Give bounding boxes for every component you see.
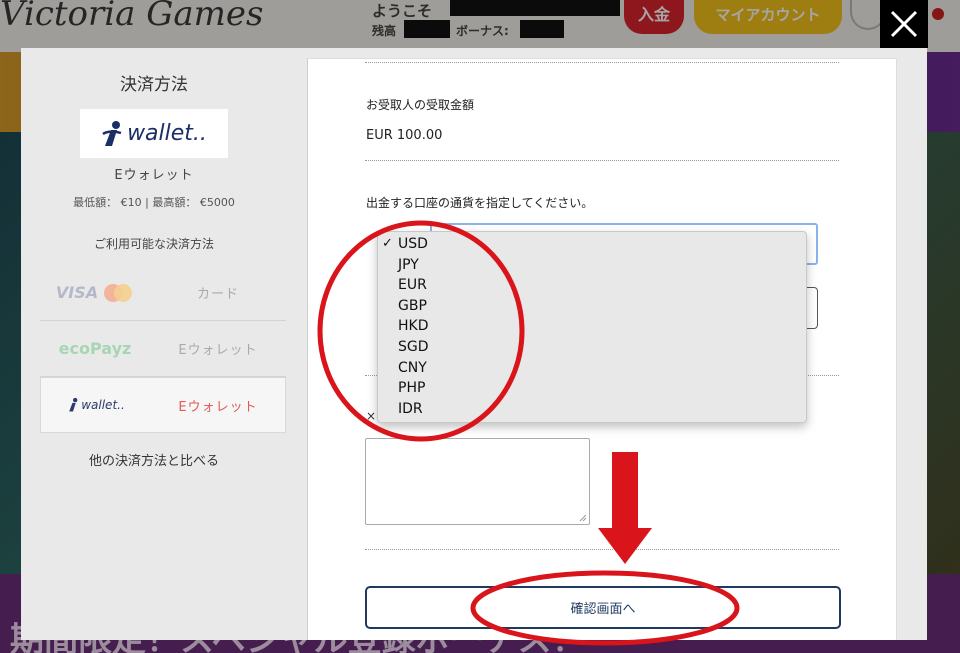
currency-option-php[interactable]: PHP — [378, 378, 806, 399]
currency-option-label: PHP — [398, 380, 426, 397]
mastercard-icon — [104, 283, 133, 302]
iwallet-small-logo: wallet.. — [41, 397, 151, 413]
payment-sidebar: 決済方法 wallet.. Eウォレット 最低額： €10 | 最高額： €50… — [21, 48, 287, 640]
visa-logo: VISA — [55, 283, 99, 302]
close-button[interactable] — [880, 0, 928, 48]
currency-option-eur[interactable]: EUR — [378, 275, 806, 296]
currency-prompt: 出金する口座の通貨を指定してください。 — [366, 196, 594, 210]
available-methods-label: ご利用可能な決済方法 — [93, 237, 214, 251]
iwallet-small-icon — [69, 397, 78, 412]
x-mark: × — [366, 409, 377, 423]
visa-mastercard-logo: VISA — [40, 283, 150, 303]
currency-option-idr[interactable]: IDR — [378, 399, 806, 420]
divider — [365, 62, 839, 63]
close-icon — [890, 10, 918, 38]
currency-option-label: USD — [398, 236, 428, 252]
iwallet-icon — [102, 120, 122, 146]
currency-option-label: GBP — [398, 297, 427, 314]
currency-option-label: HKD — [398, 318, 429, 335]
iwallet-small-text: wallet.. — [81, 398, 125, 412]
divider — [365, 160, 839, 161]
method-label-card: カード — [196, 287, 239, 302]
receive-amount-value: EUR 100.00 — [366, 128, 443, 143]
method-label-ecopayz: Eウォレット — [178, 343, 258, 358]
method-row-ecopayz[interactable]: ecoPayz Eウォレット — [40, 321, 286, 377]
sidebar-title: 決済方法 — [120, 75, 188, 95]
divider — [365, 549, 839, 550]
limits-text: 最低額： €10 | 最高額： €5000 — [73, 196, 235, 209]
currency-option-usd[interactable]: ✓ USD — [378, 234, 806, 255]
method-label-iwallet: Eウォレット — [178, 399, 258, 415]
currency-option-hkd[interactable]: HKD — [378, 316, 806, 337]
receive-amount-label: お受取人の受取金額 — [366, 98, 475, 112]
iwallet-logo-text: wallet.. — [127, 121, 207, 146]
iwallet-logo: wallet.. — [80, 109, 228, 158]
currency-option-jpy[interactable]: JPY — [378, 255, 806, 276]
ecopayz-logo-text: ecoPayz — [58, 339, 132, 358]
currency-option-cny[interactable]: CNY — [378, 358, 806, 379]
currency-option-label: IDR — [398, 400, 423, 417]
method-name: Eウォレット — [114, 168, 194, 183]
currency-option-label: SGD — [398, 338, 429, 355]
currency-option-label: EUR — [398, 277, 427, 294]
check-icon: ✓ — [382, 236, 393, 251]
currency-option-label: JPY — [398, 256, 419, 273]
confirm-button[interactable]: 確認画面へ — [365, 586, 841, 629]
resize-handle-icon[interactable] — [579, 514, 587, 522]
method-row-iwallet[interactable]: wallet.. Eウォレット — [40, 377, 286, 433]
compare-methods-link[interactable]: 他の決済方法と比べる — [21, 450, 287, 469]
method-row-card[interactable]: VISA カード — [40, 265, 286, 321]
currency-option-sgd[interactable]: SGD — [378, 337, 806, 358]
currency-option-gbp[interactable]: GBP — [378, 296, 806, 317]
currency-dropdown-list[interactable]: ✓ USD JPY EUR GBP HKD SGD CNY PHP IDR — [377, 231, 807, 423]
comment-textarea[interactable] — [365, 438, 590, 525]
ecopayz-logo: ecoPayz — [40, 339, 150, 358]
currency-option-label: CNY — [398, 359, 427, 376]
